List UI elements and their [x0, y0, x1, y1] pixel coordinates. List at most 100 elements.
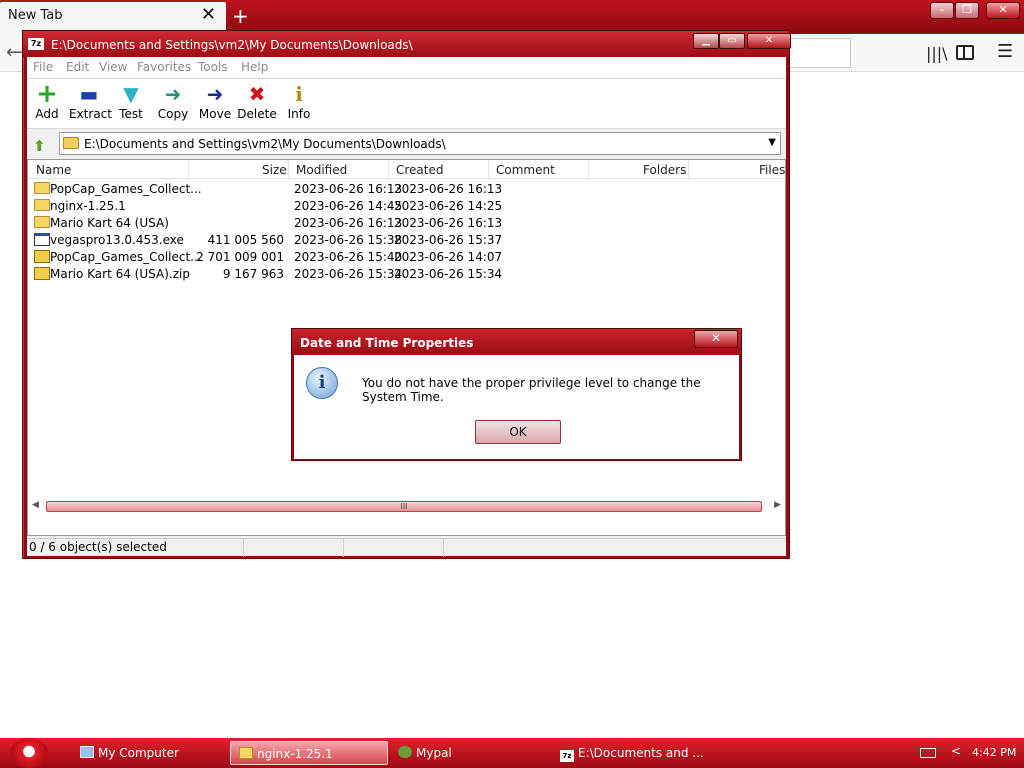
horizontal-scrollbar[interactable]: ◀ III ▶	[28, 498, 785, 515]
scroll-thumb[interactable]: III	[46, 501, 762, 512]
file-name: PopCap_Games_Collect...	[50, 250, 202, 264]
address-input[interactable]: E:\Documents and Settings\vm2\My Documen…	[59, 132, 781, 155]
menu-file[interactable]: File	[33, 60, 53, 74]
window-title: E:\Documents and Settings\vm2\My Documen…	[51, 38, 413, 52]
7zip-icon: 7z	[560, 750, 574, 762]
file-modified: 2023-06-26 15:34	[294, 267, 403, 281]
move-icon: ➜	[206, 82, 224, 106]
clock[interactable]: 4:42 PM	[972, 746, 1016, 759]
column-size[interactable]: Size	[262, 163, 287, 177]
dialog-body: i You do not have the proper privilege l…	[294, 355, 739, 459]
column-folders[interactable]: Folders	[643, 163, 686, 177]
browser-minimize-button[interactable]: –	[930, 2, 954, 19]
file-name: nginx-1.25.1	[50, 199, 126, 213]
taskbar-item-7zip[interactable]: 7z E:\Documents and ...	[560, 741, 704, 765]
file-row[interactable]: Mario Kart 64 (USA) 2023-06-26 16:13 2023-…	[28, 215, 785, 232]
delete-label: Delete	[237, 107, 277, 121]
file-created: 2023-06-26 15:37	[394, 233, 503, 247]
address-text: E:\Documents and Settings\vm2\My Documen…	[84, 137, 446, 151]
dialog-titlebar[interactable]: Date and Time Properties ✕	[292, 329, 741, 355]
copy-button[interactable]: ➜ Copy	[153, 81, 193, 127]
add-button[interactable]: + Add	[27, 81, 67, 127]
taskbar-item-my-computer[interactable]: My Computer	[80, 741, 179, 765]
column-modified[interactable]: Modified	[296, 163, 347, 177]
list-header: Name Size Modified Created Comment Folde…	[28, 160, 785, 179]
dialog-close-button[interactable]: ✕	[694, 330, 738, 348]
menu-view[interactable]: View	[99, 60, 127, 74]
file-size: 411 005 560	[207, 233, 284, 247]
toolbar: + Add ▬ Extract ▼ Test ➜ Copy ➜ Move ✖ D…	[27, 79, 786, 129]
minimize-button[interactable]: ▁	[693, 33, 719, 49]
taskbar-label: My Computer	[98, 746, 179, 760]
tab-close-icon[interactable]: ✕	[201, 5, 216, 25]
file-row[interactable]: nginx-1.25.1 2023-06-26 14:45 2023-06-26 1…	[28, 198, 785, 215]
start-button[interactable]	[10, 738, 48, 768]
folder-icon	[34, 182, 50, 194]
file-name: PopCap_Games_Collect...	[50, 182, 202, 196]
test-button[interactable]: ▼ Test	[111, 81, 151, 127]
menu-help[interactable]: Help	[241, 60, 268, 74]
file-size: 9 167 963	[222, 267, 284, 281]
move-button[interactable]: ➜ Move	[195, 81, 235, 127]
taskbar-item-nginx[interactable]: nginx-1.25.1	[230, 741, 388, 765]
file-row[interactable]: Mario Kart 64 (USA).zip 9 167 963 2023-06-…	[28, 266, 785, 283]
folder-icon	[63, 137, 79, 149]
column-name[interactable]: Name	[36, 163, 71, 177]
7zip-window: 7z E:\Documents and Settings\vm2\My Docu…	[22, 30, 791, 559]
taskbar-item-mypal[interactable]: Mypal	[398, 741, 452, 765]
menu-favorites[interactable]: Favorites	[137, 60, 191, 74]
browser-close-button[interactable]: ✕	[986, 2, 1020, 19]
info-icon: i	[295, 82, 303, 106]
new-tab-button[interactable]: +	[232, 4, 249, 28]
column-files[interactable]: Files	[759, 163, 785, 177]
file-created: 2023-06-26 16:13	[394, 182, 503, 196]
menu-tools[interactable]: Tools	[198, 60, 228, 74]
add-label: Add	[35, 107, 59, 121]
menu-icon[interactable]: ☰	[997, 41, 1013, 62]
scroll-left-icon[interactable]: ◀	[32, 500, 39, 510]
keyboard-icon[interactable]	[920, 748, 936, 758]
info-icon: i	[306, 367, 338, 399]
add-icon: +	[36, 79, 58, 109]
zip-file-icon	[34, 250, 50, 263]
file-row[interactable]: vegaspro13.0.453.exe 411 005 560 2023-06-2…	[28, 232, 785, 249]
browser-maximize-button[interactable]: ❐	[955, 2, 979, 19]
column-comment[interactable]: Comment	[496, 163, 555, 177]
delete-icon: ✖	[248, 82, 266, 106]
folder-icon	[34, 199, 50, 211]
tray-expand-icon[interactable]: <	[951, 744, 961, 758]
file-modified: 2023-06-26 15:40	[294, 250, 403, 264]
sidebar-icon[interactable]	[956, 45, 974, 60]
file-created: 2023-06-26 15:34	[394, 267, 503, 281]
7zip-titlebar[interactable]: 7z E:\Documents and Settings\vm2\My Docu…	[23, 31, 791, 57]
status-bar: 0 / 6 object(s) selected	[27, 538, 786, 557]
extract-button[interactable]: ▬ Extract	[69, 81, 112, 127]
7zip-body: File Edit View Favorites Tools Help + Ad…	[27, 57, 786, 557]
file-name: Mario Kart 64 (USA).zip	[50, 267, 190, 281]
taskbar-label: Mypal	[416, 746, 452, 760]
menubar: File Edit View Favorites Tools Help	[27, 57, 786, 79]
chevron-down-icon[interactable]: ▼	[768, 137, 776, 148]
file-created: 2023-06-26 14:25	[394, 199, 503, 213]
delete-button[interactable]: ✖ Delete	[237, 81, 277, 127]
file-created: 2023-06-26 14:07	[394, 250, 503, 264]
library-icon[interactable]: |||\	[926, 44, 948, 63]
desktop: New Tab ✕ + – ❐ ✕ ⟵ |||\ ☰ 7z E:\Documen…	[0, 0, 1024, 768]
file-row[interactable]: PopCap_Games_Collect... 2 701 009 001 2023…	[28, 249, 785, 266]
taskbar-label: nginx-1.25.1	[257, 747, 333, 761]
copy-label: Copy	[157, 107, 189, 121]
file-modified: 2023-06-26 14:45	[294, 199, 403, 213]
file-created: 2023-06-26 16:13	[394, 216, 503, 230]
file-row[interactable]: PopCap_Games_Collect... 2023-06-26 16:13 2…	[28, 181, 785, 198]
close-button[interactable]: ✕	[747, 33, 791, 49]
up-folder-icon[interactable]: ⬆	[33, 137, 46, 155]
info-button[interactable]: i Info	[279, 81, 319, 127]
move-label: Move	[198, 107, 232, 121]
scroll-right-icon[interactable]: ▶	[774, 500, 781, 510]
mypal-icon	[398, 746, 412, 758]
ok-button[interactable]: OK	[475, 420, 561, 444]
column-created[interactable]: Created	[396, 163, 444, 177]
menu-edit[interactable]: Edit	[66, 60, 89, 74]
maximize-button[interactable]: ▭	[719, 33, 745, 49]
7zip-icon: 7z	[28, 38, 44, 50]
